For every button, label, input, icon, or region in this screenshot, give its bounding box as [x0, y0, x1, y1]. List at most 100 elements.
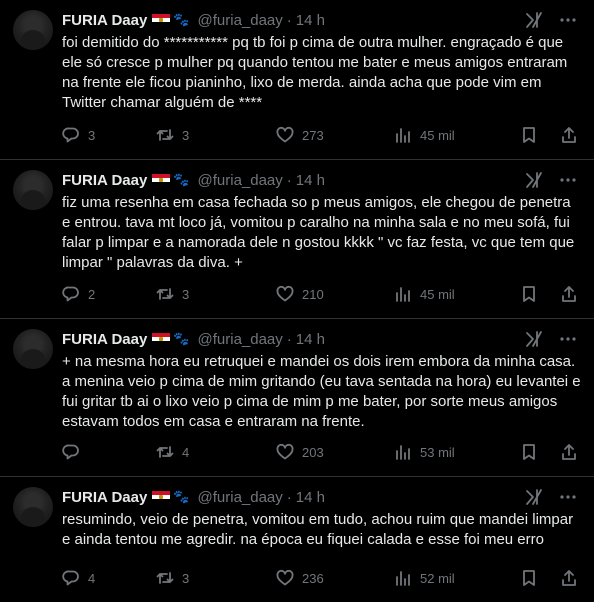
- repost-button[interactable]: 4: [156, 443, 276, 461]
- display-name[interactable]: FURIA Daay: [62, 331, 147, 348]
- display-name[interactable]: FURIA Daay: [62, 172, 147, 189]
- like-count: 236: [302, 570, 324, 586]
- tweet[interactable]: FURIA Daay 🐾 @furia_daay · 14 h + na mes…: [0, 319, 594, 477]
- separator-dot: ·: [286, 330, 292, 348]
- more-icon[interactable]: [558, 329, 578, 349]
- timeline-feed: FURIA Daay 🐾 @furia_daay · 14 h foi demi…: [0, 0, 594, 602]
- timestamp[interactable]: 14 h: [296, 331, 325, 348]
- reply-icon: [62, 286, 79, 302]
- reply-button[interactable]: 2: [62, 285, 156, 303]
- like-button[interactable]: 236: [276, 569, 394, 587]
- bookmark-icon: [523, 127, 535, 143]
- reply-icon: [62, 127, 79, 143]
- like-icon: [276, 569, 294, 586]
- grok-icon[interactable]: [524, 487, 544, 507]
- share-button[interactable]: [560, 126, 578, 144]
- bookmark-icon: [523, 444, 535, 460]
- views-count: 52 mil: [420, 570, 455, 586]
- share-icon: [562, 444, 576, 460]
- views-button[interactable]: 45 mil: [394, 126, 504, 144]
- paw-icon: 🐾: [173, 12, 190, 27]
- reply-icon: [62, 570, 79, 586]
- reply-icon: [62, 444, 79, 460]
- bookmark-button[interactable]: [520, 285, 538, 303]
- repost-button[interactable]: 3: [156, 285, 276, 303]
- display-name[interactable]: FURIA Daay: [62, 12, 147, 29]
- share-icon: [562, 286, 576, 302]
- tweet-actions: 4 3 236 52 mil: [62, 568, 578, 588]
- tweet-text: + na mesma hora eu retruquei e mandei os…: [62, 353, 585, 430]
- tweet-header: FURIA Daay 🐾 @furia_daay · 14 h: [62, 10, 578, 30]
- tweet-header: FURIA Daay 🐾 @furia_daay · 14 h: [62, 170, 578, 190]
- timestamp[interactable]: 14 h: [296, 12, 325, 29]
- tweet-text: resumindo, veio de penetra, vomitou em t…: [62, 511, 578, 548]
- views-button[interactable]: 53 mil: [394, 443, 504, 461]
- bookmark-button[interactable]: [520, 126, 538, 144]
- share-icon: [562, 127, 576, 143]
- tweet[interactable]: FURIA Daay 🐾 @furia_daay · 14 h resumind…: [0, 477, 594, 602]
- views-icon: [396, 128, 410, 143]
- timestamp[interactable]: 14 h: [296, 489, 325, 506]
- reply-button[interactable]: 4: [62, 569, 156, 587]
- reply-count: 4: [88, 570, 96, 586]
- more-icon[interactable]: [558, 487, 578, 507]
- user-handle[interactable]: @furia_daay: [198, 489, 283, 506]
- flag-icon: [152, 491, 171, 503]
- avatar[interactable]: [13, 487, 53, 527]
- tweet-actions: 3 3 273 45 mil: [62, 125, 578, 145]
- flag-icon: [152, 333, 171, 345]
- user-handle[interactable]: @furia_daay: [198, 172, 283, 189]
- avatar[interactable]: [13, 329, 53, 369]
- tweet-header: FURIA Daay 🐾 @furia_daay · 14 h: [62, 487, 578, 507]
- tweet-actions: 4 203 53 mil: [62, 442, 578, 462]
- bookmark-button[interactable]: [520, 443, 538, 461]
- like-count: 203: [302, 444, 324, 460]
- views-icon: [396, 287, 410, 302]
- views-icon: [396, 445, 410, 460]
- bookmark-button[interactable]: [520, 569, 538, 587]
- repost-count: 3: [182, 127, 190, 143]
- grok-icon[interactable]: [524, 329, 544, 349]
- repost-count: 3: [182, 286, 190, 302]
- display-name[interactable]: FURIA Daay: [62, 489, 147, 506]
- share-icon: [562, 570, 576, 586]
- avatar[interactable]: [13, 170, 53, 210]
- repost-button[interactable]: 3: [156, 569, 276, 587]
- repost-count: 3: [182, 570, 190, 586]
- reply-button[interactable]: 3: [62, 126, 156, 144]
- share-button[interactable]: [560, 285, 578, 303]
- tweet-actions: 2 3 210 45 mil: [62, 284, 578, 304]
- repost-button[interactable]: 3: [156, 126, 276, 144]
- repost-icon: [156, 288, 174, 300]
- like-icon: [276, 285, 294, 302]
- like-icon: [276, 443, 294, 460]
- views-button[interactable]: 45 mil: [394, 285, 504, 303]
- views-icon: [396, 571, 410, 586]
- timestamp[interactable]: 14 h: [296, 172, 325, 189]
- repost-icon: [156, 572, 174, 584]
- reply-button[interactable]: [62, 443, 156, 461]
- paw-icon: 🐾: [173, 489, 190, 504]
- views-count: 53 mil: [420, 444, 455, 460]
- tweet-text: fiz uma resenha em casa fechada so p meu…: [62, 194, 579, 271]
- avatar[interactable]: [13, 10, 53, 50]
- paw-icon: 🐾: [173, 331, 190, 346]
- views-button[interactable]: 52 mil: [394, 569, 504, 587]
- flag-icon: [152, 174, 171, 186]
- grok-icon[interactable]: [524, 170, 544, 190]
- user-handle[interactable]: @furia_daay: [198, 12, 283, 29]
- tweet[interactable]: FURIA Daay 🐾 @furia_daay · 14 h foi demi…: [0, 0, 594, 160]
- share-button[interactable]: [560, 569, 578, 587]
- like-icon: [276, 126, 294, 143]
- share-button[interactable]: [560, 443, 578, 461]
- like-button[interactable]: 210: [276, 285, 394, 303]
- like-button[interactable]: 203: [276, 443, 394, 461]
- grok-icon[interactable]: [524, 10, 544, 30]
- like-count: 210: [302, 286, 324, 302]
- tweet[interactable]: FURIA Daay 🐾 @furia_daay · 14 h fiz uma …: [0, 160, 594, 319]
- like-button[interactable]: 273: [276, 126, 394, 144]
- user-handle[interactable]: @furia_daay: [198, 331, 283, 348]
- more-icon[interactable]: [558, 170, 578, 190]
- more-icon[interactable]: [558, 10, 578, 30]
- reply-count: 2: [88, 286, 96, 302]
